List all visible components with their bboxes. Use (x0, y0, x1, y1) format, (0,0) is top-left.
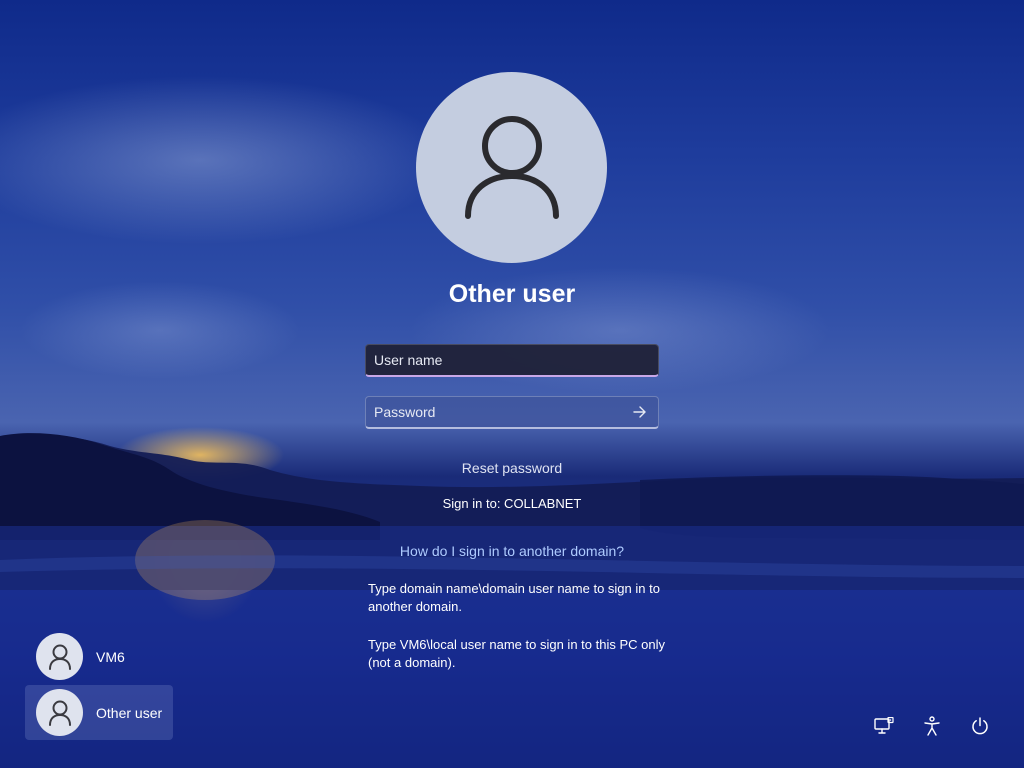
user-tile-label: VM6 (96, 648, 125, 665)
accessibility-icon[interactable] (920, 714, 944, 738)
user-tile-label: Other user (96, 704, 163, 721)
user-display-name: Other user (448, 280, 576, 308)
user-silhouette-icon (48, 644, 71, 670)
sign-in-domain-text: Sign in to: COLLABNET (442, 496, 582, 511)
help-paragraph-domain: Type domain name\domain user name to sig… (368, 581, 660, 614)
power-icon[interactable] (968, 714, 992, 738)
user-avatar-small (36, 633, 83, 680)
user-tile-other-user[interactable]: Other user (25, 685, 173, 740)
password-field[interactable]: Password (365, 396, 659, 429)
password-placeholder: Password (374, 404, 436, 420)
username-field[interactable]: User name (365, 344, 659, 377)
user-tile-vm6[interactable]: VM6 (25, 629, 173, 684)
user-silhouette-icon (464, 115, 559, 219)
submit-arrow-icon[interactable] (630, 402, 650, 422)
reset-password-link[interactable]: Reset password (312, 460, 712, 476)
user-avatar-large (416, 72, 607, 263)
network-icon[interactable] (872, 714, 896, 738)
domain-help-link[interactable]: How do I sign in to another domain? (312, 543, 712, 559)
user-avatar-small (36, 689, 83, 736)
user-silhouette-icon (48, 700, 71, 726)
username-placeholder: User name (374, 352, 443, 368)
help-paragraph-local: Type VM6\local user name to sign in to t… (368, 637, 665, 670)
